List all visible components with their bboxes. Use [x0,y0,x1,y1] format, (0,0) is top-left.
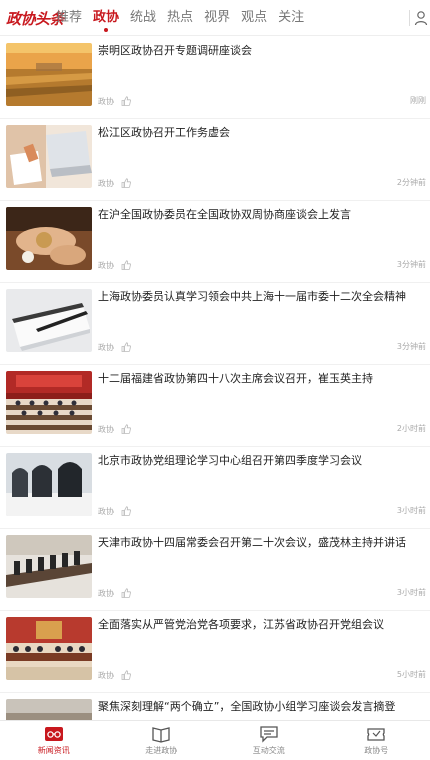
thumbs-up-icon[interactable] [121,260,131,270]
news-item[interactable]: 聚焦深刻理解“两个确立”，全国政协小组学习座谈会发言摘登 [0,693,430,720]
news-meta: 政协 [98,504,131,518]
ticket-icon [367,728,385,741]
nav-about[interactable]: 走进政协 [108,721,216,760]
book-icon [152,727,170,743]
news-time: 刚刚 [410,96,426,105]
thumbs-up-icon[interactable] [121,342,131,352]
sunset-fields-photo [6,43,92,106]
news-item[interactable]: 全面落实从严管党治党各项要求，江苏省政协召开党组会议 政协 5小时前 [0,611,430,693]
channel-tabs: 推荐 政协 统战 热点 视界 观点 关注 [56,0,315,36]
tab-follow[interactable]: 关注 [278,0,304,36]
news-meta: 政协 [98,258,131,272]
news-title[interactable]: 天津市政协十四届常委会召开第二十次会议，盛茂林主持并讲话 [98,535,424,550]
news-time: 3分钟前 [396,342,426,351]
chat-icon [260,726,278,743]
news-item[interactable]: 上海政协委员认真学习领会中共上海十一届市委十二次全会精神 政协 3分钟前 [0,283,430,365]
thumbs-up-icon[interactable] [121,670,131,680]
news-source: 政协 [98,588,114,598]
study-meeting-photo [6,699,92,720]
news-title[interactable]: 在沪全国政协委员在全国政协双周协商座谈会上发言 [98,207,424,222]
news-time: 5小时前 [396,670,426,679]
news-item[interactable]: 崇明区政协召开专题调研座谈会 政协 刚刚 [0,37,430,119]
tab-hot[interactable]: 热点 [167,0,193,36]
news-time: 3小时前 [396,506,426,515]
nav-news-label: 新闻资讯 [37,746,70,755]
news-source: 政协 [98,96,114,106]
laptop-documents-photo [6,125,92,188]
nav-interact-label: 互动交流 [252,746,285,755]
news-title[interactable]: 北京市政协党组理论学习中心组召开第四季度学习会议 [98,453,424,468]
news-source: 政协 [98,178,114,188]
news-item[interactable]: 天津市政协十四届常委会召开第二十次会议，盛茂林主持并讲话 政协 3小时前 [0,529,430,611]
conference-room-photo [6,535,92,598]
thumbs-up-icon[interactable] [121,424,131,434]
nav-interact[interactable]: 互动交流 [215,721,323,760]
news-title[interactable]: 十二届福建省政协第四十八次主席会议召开，崔玉英主持 [98,371,424,386]
nav-cppcc-account[interactable]: 政协号 [323,721,430,760]
news-glasses-icon [44,727,63,741]
news-title[interactable]: 上海政协委员认真学习领会中共上海十一届市委十二次全会精神 [98,289,424,304]
news-time: 2小时前 [396,424,426,433]
hands-grain-photo [6,207,92,270]
news-item[interactable]: 北京市政协党组理论学习中心组召开第四季度学习会议 政协 3小时前 [0,447,430,529]
news-time: 2分钟前 [396,178,426,187]
thumbs-up-icon[interactable] [121,96,131,106]
news-meta: 政协 [98,94,131,108]
news-time: 3分钟前 [396,260,426,269]
news-title[interactable]: 全面落实从严管党治党各项要求，江苏省政协召开党组会议 [98,617,424,632]
news-title[interactable]: 聚焦深刻理解“两个确立”，全国政协小组学习座谈会发言摘登 [98,699,424,714]
nav-news[interactable]: 新闻资讯 [0,721,108,760]
news-source: 政协 [98,342,114,352]
news-meta: 政协 [98,668,131,682]
news-meta: 政协 [98,340,131,354]
news-time: 3小时前 [396,588,426,597]
news-source: 政协 [98,670,114,680]
news-item[interactable]: 在沪全国政协委员在全国政协双周协商座谈会上发言 政协 3分钟前 [0,201,430,283]
empty-chairs-photo [6,453,92,516]
nav-about-label: 走进政协 [145,746,178,755]
notebook-pen-photo [6,289,92,352]
nav-cppcc-account-label: 政协号 [364,746,389,755]
news-feed[interactable]: 崇明区政协召开专题调研座谈会 政协 刚刚 松江区政协召开工作务虚会 政协 2分钟… [0,37,430,720]
thumbs-up-icon[interactable] [121,506,131,516]
news-item[interactable]: 松江区政协召开工作务虚会 政协 2分钟前 [0,119,430,201]
news-item[interactable]: 十二届福建省政协第四十八次主席会议召开，崔玉英主持 政协 2小时前 [0,365,430,447]
news-title[interactable]: 崇明区政协召开专题调研座谈会 [98,43,424,58]
tab-cppcc[interactable]: 政协 [93,0,119,36]
news-meta: 政协 [98,176,131,190]
header-divider [409,10,410,26]
news-source: 政协 [98,506,114,516]
tab-united-front[interactable]: 统战 [130,0,156,36]
red-meeting-room-photo [6,617,92,680]
news-source: 政协 [98,260,114,270]
top-bar: 政协头条 推荐 政协 统战 热点 视界 观点 关注 [0,0,430,36]
tab-recommend[interactable]: 推荐 [56,0,82,36]
thumbs-up-icon[interactable] [121,588,131,598]
tab-vision[interactable]: 视界 [204,0,230,36]
news-meta: 政协 [98,586,131,600]
tab-opinion[interactable]: 观点 [241,0,267,36]
user-icon[interactable] [414,10,428,26]
news-meta: 政协 [98,422,131,436]
news-title[interactable]: 松江区政协召开工作务虚会 [98,125,424,140]
news-source: 政协 [98,424,114,434]
thumbs-up-icon[interactable] [121,178,131,188]
bottom-nav: 新闻资讯 走进政协 互动交流 政协号 [0,720,430,760]
meeting-hall-photo [6,371,92,434]
